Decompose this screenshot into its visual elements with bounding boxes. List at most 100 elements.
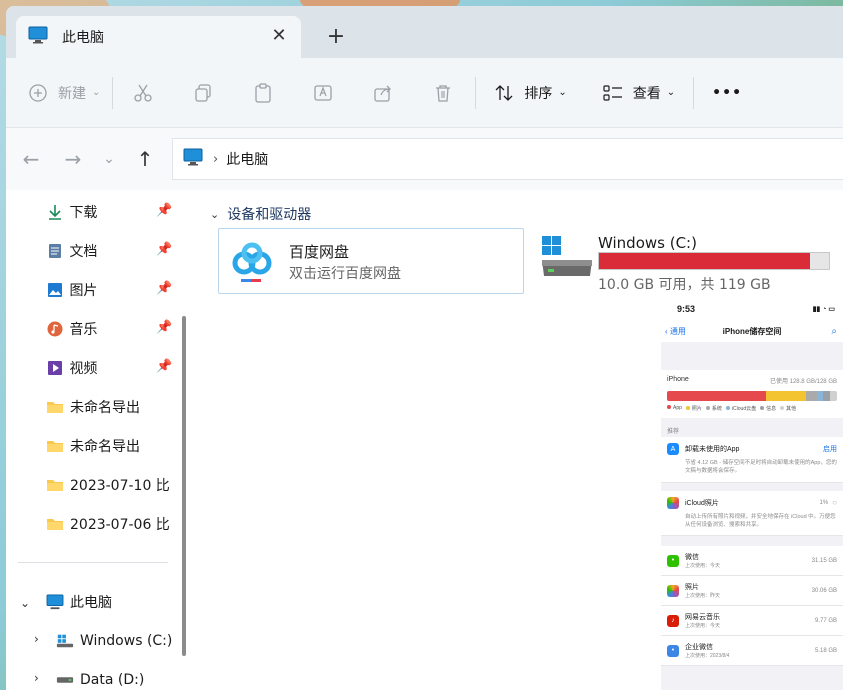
new-tab-button[interactable]: + (322, 24, 350, 52)
drive-name: Windows (C:) (598, 234, 697, 252)
sort-button[interactable]: 排序 ⌄ (492, 73, 567, 113)
pin-icon[interactable]: 📌 (156, 242, 172, 257)
new-button[interactable]: 新建 ⌄ (26, 73, 100, 113)
paste-button[interactable] (251, 73, 275, 113)
baidu-netdisk-tile[interactable]: 百度网盘 双击运行百度网盘 (218, 228, 524, 294)
new-label: 新建 (58, 85, 86, 102)
forward-button[interactable]: → (60, 146, 86, 172)
tab-this-pc[interactable]: 此电脑 ✕ (16, 16, 301, 58)
music-icon (46, 320, 63, 338)
rename-button[interactable] (311, 73, 335, 113)
sort-label: 排序 (524, 85, 553, 102)
folder-icon (46, 398, 64, 416)
app-name: 照片 (685, 584, 699, 591)
photos-icon (667, 496, 679, 509)
pin-icon[interactable]: 📌 (156, 320, 172, 335)
search-icon[interactable]: ⌕ (831, 326, 837, 337)
address-path[interactable]: 此电脑 (226, 149, 268, 169)
folder-icon (46, 515, 64, 533)
legend-item: 系统 (711, 406, 722, 412)
arrow-left-icon: ← (22, 147, 40, 171)
enable-button[interactable]: 启用 (823, 444, 837, 454)
app-size: 31.15 GB (811, 557, 837, 564)
app-name: 企业微信 (685, 644, 713, 651)
app-name: 微信 (685, 554, 699, 561)
phone-app-row[interactable]: • 企业微信 上次使用：2023/8/4 5.18 GB (661, 636, 843, 666)
share-button[interactable] (371, 73, 395, 113)
more-icon: ••• (712, 84, 743, 101)
phone-screenshot: 9:53 ▮▮ ◔ ▭ ‹ 通用 iPhone储存空间 ⌕ iPhone 已使用… (661, 298, 843, 690)
photos-icon (667, 584, 679, 597)
phone-app-row[interactable]: ♪ 网易云音乐 上次使用：今天 9.77 GB (661, 606, 843, 636)
chevron-down-icon: ⌄ (92, 87, 101, 98)
sidebar-item-folder[interactable]: 2023-07-10 比 (46, 471, 176, 499)
address-bar[interactable]: › 此电脑 (172, 138, 843, 180)
more-options-button[interactable]: ••• (712, 73, 742, 113)
arrow-up-icon: ↑ (136, 147, 154, 171)
sidebar-item-label: 2023-07-06 比 (70, 517, 170, 533)
phone-app-row[interactable]: 照片 上次使用：昨天 30.06 GB (661, 576, 843, 606)
video-icon (46, 359, 63, 377)
trash-icon (431, 81, 455, 105)
view-button[interactable]: 查看 ⌄ (601, 73, 675, 113)
view-list-icon (601, 81, 625, 105)
tree-item-this-pc[interactable]: 此电脑 (46, 588, 176, 616)
legend-item: iCloud云盘 (731, 406, 757, 412)
sidebar-item-folder[interactable]: 未命名导出 (46, 432, 176, 460)
app-last-used: 上次使用：今天 (685, 623, 721, 629)
view-label: 查看 (632, 85, 661, 102)
chevron-right-icon[interactable]: › (34, 632, 39, 646)
command-bar: 新建 ⌄ 排序 ⌄ 查看 ⌄ ••• (6, 58, 843, 128)
up-button[interactable]: ↑ (132, 146, 158, 172)
wechat-icon: • (667, 554, 679, 567)
chevron-down-icon[interactable]: ⌄ (20, 596, 30, 610)
document-icon (46, 242, 63, 260)
download-icon (46, 203, 63, 221)
icloud-value: 1% (819, 499, 829, 506)
phone-app-row[interactable]: • 微信 上次使用：今天 31.15 GB (661, 546, 843, 576)
legend-item: 信息 (766, 406, 777, 412)
folder-icon (46, 437, 64, 455)
app-size: 5.18 GB (814, 647, 837, 654)
tab-bar: 此电脑 ✕ + (6, 6, 843, 58)
phone-device-name: iPhone (667, 376, 689, 383)
tree-item-label: 此电脑 (70, 595, 112, 611)
sidebar-item-folder[interactable]: 未命名导出 (46, 393, 176, 421)
back-button[interactable]: ← (18, 146, 44, 172)
drive-usage-fill (599, 253, 810, 269)
chevron-right-icon: › (213, 151, 219, 167)
sidebar-item-label: 未命名导出 (70, 400, 140, 416)
windows-drive-item[interactable]: Windows (C:) 10.0 GB 可用，共 119 GB (536, 230, 836, 293)
phone-storage-bar (667, 391, 837, 401)
sidebar-scrollbar[interactable] (182, 316, 186, 656)
tree-item-label: Data (D:) (80, 672, 145, 688)
divider (693, 76, 695, 109)
plus-circle-icon (26, 81, 50, 105)
delete-button[interactable] (431, 73, 455, 113)
recent-locations-button[interactable]: ⌄ (96, 146, 122, 172)
share-icon (371, 81, 395, 105)
pictures-icon (46, 281, 63, 299)
app-name: 网易云音乐 (685, 614, 720, 621)
tree-item-data-drive[interactable]: Data (D:) (56, 666, 186, 690)
pin-icon[interactable]: 📌 (156, 203, 172, 218)
phone-status-bar: 9:53 ▮▮ ◔ ▭ (661, 298, 843, 320)
app-last-used: 上次使用：2023/8/4 (685, 653, 730, 659)
phone-offload-row[interactable]: A 卸载未使用的App 启用 节省 4.12 GB - 储存空间不足时将自动卸载… (661, 437, 843, 483)
sidebar-item-folder[interactable]: 2023-07-06 比 (46, 510, 176, 538)
pin-icon[interactable]: 📌 (156, 359, 172, 374)
tree-item-windows-drive[interactable]: Windows (C:) (56, 627, 186, 655)
phone-storage-card: iPhone 已使用 128.8 GB/128 GB App 照片 系统 iCl… (661, 370, 843, 418)
section-header[interactable]: ⌄ 设备和驱动器 (210, 204, 311, 224)
radio-icon[interactable]: ○ (832, 498, 837, 507)
phone-icloud-row[interactable]: iCloud照片 1% ○ 自动上传所有照片和视频，并安全地保存在 iCloud… (661, 490, 843, 536)
pc-icon (183, 148, 203, 170)
legend-item: 照片 (691, 406, 702, 412)
cut-button[interactable] (131, 73, 155, 113)
close-tab-button[interactable]: ✕ (267, 24, 291, 48)
pin-icon[interactable]: 📌 (156, 281, 172, 296)
copy-button[interactable] (191, 73, 215, 113)
chevron-right-icon[interactable]: › (34, 671, 39, 685)
netease-music-icon: ♪ (667, 614, 679, 627)
sidebar-item-label: 未命名导出 (70, 439, 140, 455)
